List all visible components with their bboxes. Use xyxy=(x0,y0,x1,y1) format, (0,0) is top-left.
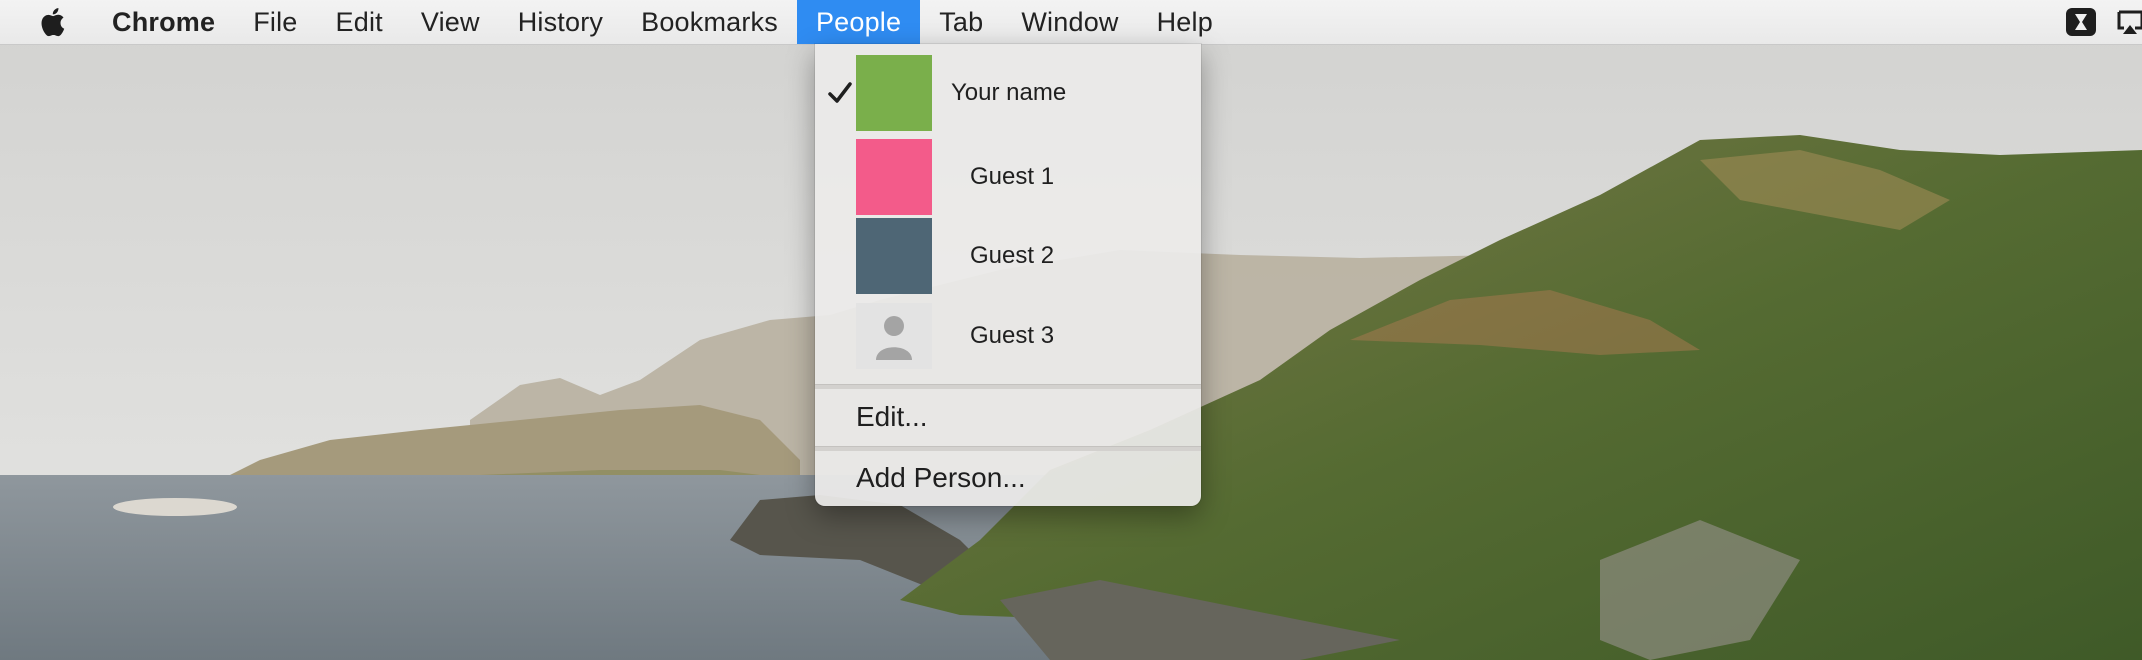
avatar xyxy=(856,139,932,215)
apple-icon[interactable] xyxy=(40,5,70,39)
profile-item-your-name[interactable]: Your name xyxy=(815,54,1201,132)
menu-bar: Chrome File Edit View History Bookmarks … xyxy=(0,0,2142,45)
profile-item-guest-1[interactable]: Guest 1 xyxy=(815,138,1201,216)
hourglass-status-icon[interactable] xyxy=(2064,7,2098,37)
profile-item-guest-3[interactable]: Guest 3 xyxy=(815,297,1201,375)
profile-label: Guest 2 xyxy=(970,242,1055,269)
avatar xyxy=(856,55,932,131)
checkmark-icon xyxy=(823,76,857,110)
airplay-icon[interactable] xyxy=(2116,7,2142,37)
status-area xyxy=(2064,0,2142,44)
profile-label: Your name xyxy=(951,79,1067,106)
menu-tab[interactable]: Tab xyxy=(920,0,1002,44)
add-person-item[interactable]: Add Person... xyxy=(856,462,1026,494)
menu-history[interactable]: History xyxy=(499,0,622,44)
profile-label: Guest 1 xyxy=(970,163,1055,190)
menu-bookmarks[interactable]: Bookmarks xyxy=(622,0,797,44)
people-dropdown-menu: Your name Guest 1 Guest 2 Guest 3 Edit..… xyxy=(815,44,1201,506)
menu-people[interactable]: People xyxy=(796,0,921,44)
profile-label: Guest 3 xyxy=(970,322,1055,349)
avatar xyxy=(856,303,932,369)
menu-file[interactable]: File xyxy=(234,0,316,44)
default-person-icon xyxy=(876,316,912,360)
menu-window[interactable]: Window xyxy=(1002,0,1137,44)
menu-edit[interactable]: Edit xyxy=(317,0,402,44)
profile-item-guest-2[interactable]: Guest 2 xyxy=(815,217,1201,295)
menu-view[interactable]: View xyxy=(402,0,499,44)
avatar xyxy=(856,218,932,294)
menu-separator xyxy=(815,384,1201,389)
menu-separator xyxy=(815,446,1201,451)
menu-app-name[interactable]: Chrome xyxy=(102,0,234,44)
menu-help[interactable]: Help xyxy=(1138,0,1232,44)
edit-people-item[interactable]: Edit... xyxy=(856,401,928,433)
